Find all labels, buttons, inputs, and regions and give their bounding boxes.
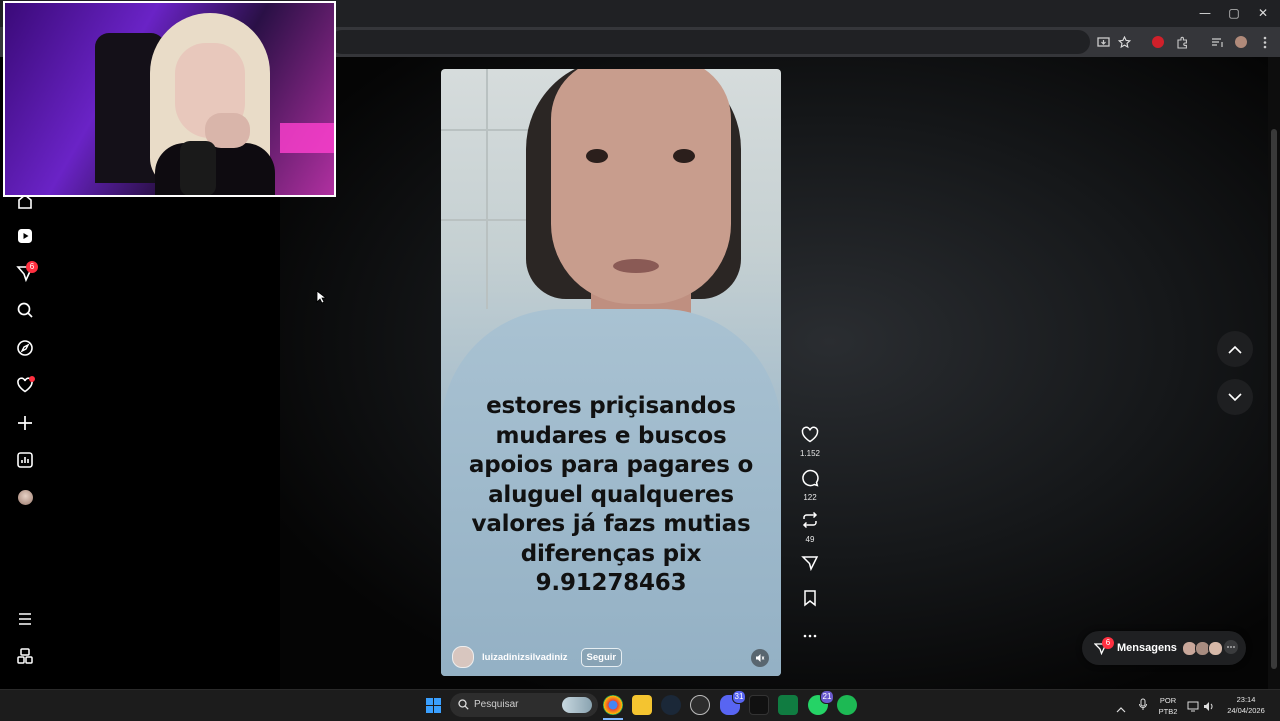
profile-avatar-icon[interactable] [1232,33,1250,51]
maximize-button[interactable]: ▢ [1219,4,1249,22]
mute-button[interactable] [751,649,769,667]
next-reel-button[interactable] [1217,379,1253,415]
whatsapp-badge: 21 [820,690,834,704]
clock-date[interactable]: 24/04/2026 [1224,706,1268,715]
also-from-meta-icon[interactable] [14,645,36,667]
microphone-icon[interactable] [1138,698,1148,716]
minimize-button[interactable]: — [1190,4,1220,22]
discord-icon[interactable]: 31 [720,690,746,715]
explore-icon[interactable] [14,337,36,359]
spotify-icon[interactable] [837,695,857,715]
more-options-icon[interactable] [796,625,824,643]
clock-time[interactable]: 23:14 [1224,695,1268,704]
language-bottom[interactable]: PTB2 [1156,707,1180,716]
chevron-up-icon [1228,345,1242,354]
video-author: luizadinizsilvadiniz Seguir [452,646,623,668]
follow-button[interactable]: Seguir [580,647,623,667]
chrome-app-icon[interactable] [603,695,623,715]
repost-count: 49 [805,535,815,544]
messages-label: Mensagens [1117,642,1177,654]
video-person-eye [673,149,695,163]
author-username[interactable]: luizadinizsilvadiniz [482,652,568,663]
steam-icon[interactable] [661,695,681,715]
bookmark-star-icon[interactable] [1115,33,1133,51]
whatsapp-icon[interactable]: 21 [808,690,834,715]
messages-button[interactable]: 6 Mensagens [1082,631,1246,665]
create-icon[interactable] [14,412,36,434]
scrollbar-thumb[interactable] [1271,129,1277,669]
browser-menu-icon[interactable] [1256,33,1274,51]
search-icon [458,699,469,710]
comment-action[interactable]: 122 [796,469,824,502]
menu-icon[interactable] [14,608,36,630]
tray-chevron-up-icon[interactable] [1116,700,1126,718]
messages-badge: 6 [1102,637,1114,649]
volume-icon[interactable] [1203,699,1215,717]
wall-tile-line [486,69,488,309]
comment-bubble-icon [802,469,819,487]
speaker-icon [756,654,765,662]
message-contact-avatar [1208,641,1223,656]
notifications-badge: 6 [26,261,38,273]
more-contacts-icon [1224,640,1238,654]
reel-video[interactable]: estores priçisandos mudares e buscos apo… [441,69,781,676]
discord-badge: 31 [732,690,746,704]
webcam-led-light [280,123,334,153]
webcam-microphone [180,141,216,195]
share-icon [801,556,819,572]
network-icon[interactable] [1187,699,1199,717]
repost-icon [802,511,818,529]
activity-dot [29,376,35,382]
reels-icon[interactable] [14,225,36,247]
heart-icon[interactable] [14,374,36,396]
media-controls-icon[interactable] [1208,33,1226,51]
search-icon[interactable] [14,299,36,321]
app-icon[interactable] [690,695,710,715]
like-action[interactable]: 1.152 [796,426,824,458]
windows-start-icon[interactable] [426,698,441,718]
install-app-icon[interactable] [1094,33,1112,51]
terminal-icon[interactable] [749,695,769,715]
dashboard-icon[interactable] [14,449,36,471]
like-count: 1.152 [799,449,821,458]
close-window-button[interactable]: ✕ [1248,4,1278,22]
video-person-eye [586,149,608,163]
mouse-cursor-icon [316,290,328,309]
comment-count: 122 [803,493,817,502]
page-scrollbar[interactable] [1268,57,1280,689]
profile-avatar[interactable] [14,486,36,508]
taskbar-search[interactable]: Pesquisar [450,693,598,717]
file-explorer-icon[interactable] [632,695,652,715]
xbox-icon[interactable] [778,695,798,715]
previous-reel-button[interactable] [1217,331,1253,367]
save-action[interactable] [796,589,824,612]
webcam-overlay [3,1,336,197]
extensions-puzzle-icon[interactable] [1173,33,1191,51]
search-highlight-icon [562,697,592,713]
bookmark-icon [804,590,816,607]
repost-action[interactable]: 49 [796,511,824,544]
chevron-down-icon [1228,392,1242,401]
like-heart-icon [801,426,819,443]
address-bar[interactable] [330,30,1090,54]
extension-red-icon[interactable] [1149,33,1167,51]
language-top[interactable]: POR [1156,696,1180,705]
video-person-mouth [613,259,659,273]
share-action[interactable] [796,554,824,577]
taskbar-search-placeholder: Pesquisar [474,699,519,710]
windows-taskbar: Pesquisar 31 21 POR PTB2 23:14 24/04/202… [0,689,1280,721]
direct-icon[interactable]: 6 [14,261,38,284]
author-avatar[interactable] [452,646,474,668]
video-caption: estores priçisandos mudares e buscos apo… [468,393,754,596]
